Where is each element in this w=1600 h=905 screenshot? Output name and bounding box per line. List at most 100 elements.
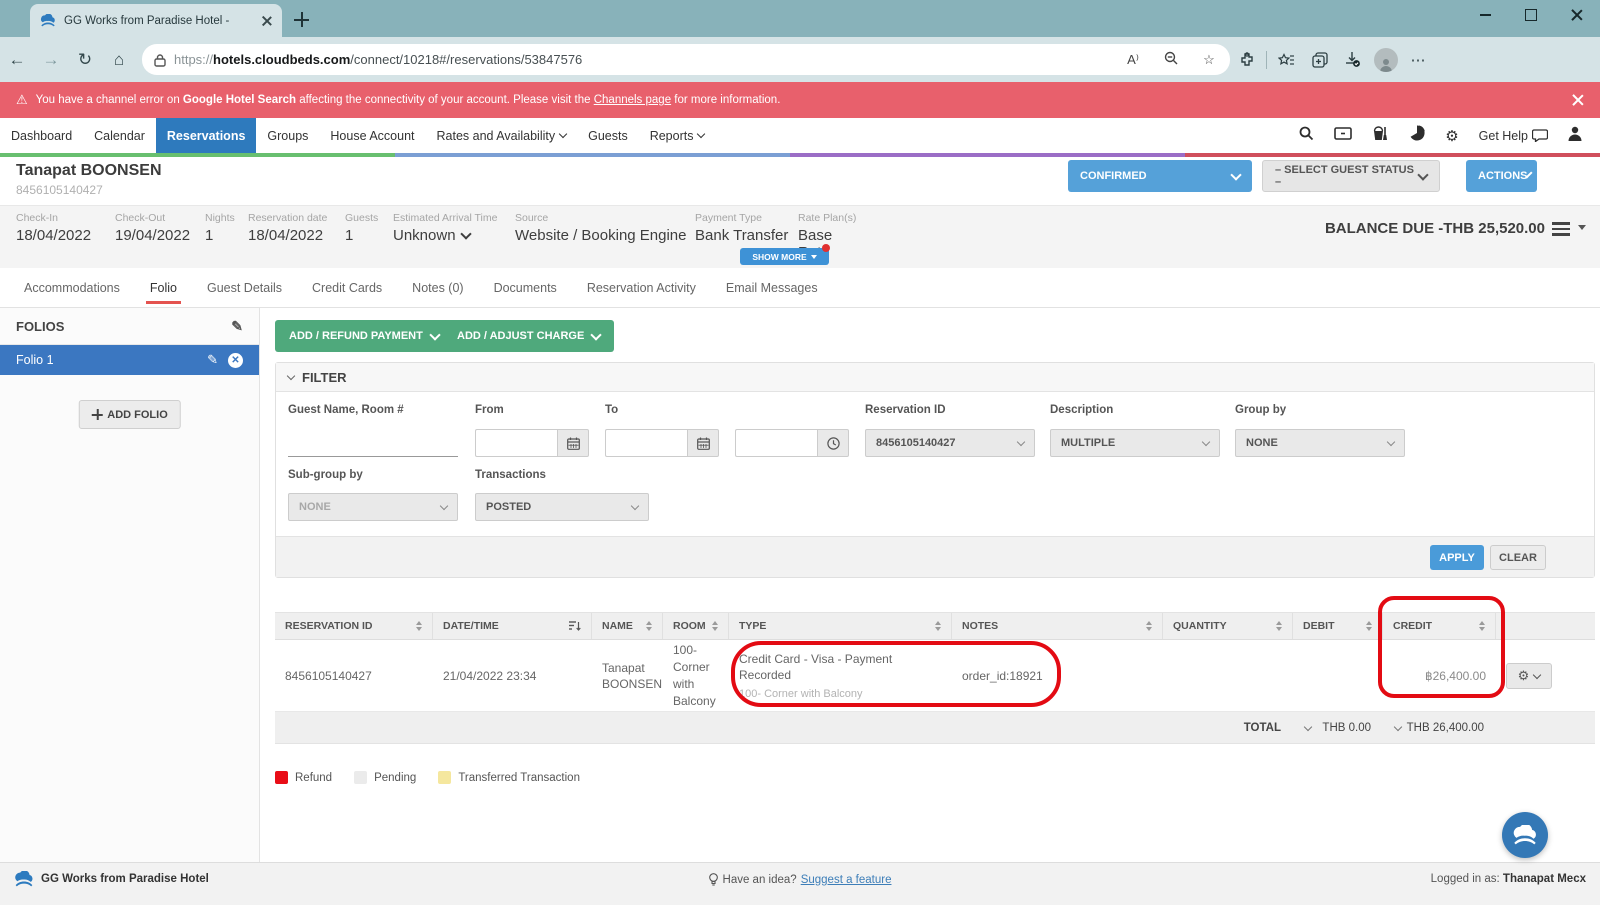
- search-icon[interactable]: [1299, 126, 1314, 146]
- tab-notes[interactable]: Notes (0): [412, 268, 463, 307]
- col-reservation-id[interactable]: RESERVATION ID: [275, 613, 433, 639]
- nav-dashboard[interactable]: Dashboard: [0, 118, 83, 153]
- to-date-input[interactable]: [605, 429, 687, 457]
- calendar-icon[interactable]: [687, 429, 719, 457]
- tab-documents[interactable]: Documents: [494, 268, 557, 307]
- zoom-out-icon[interactable]: [1156, 51, 1186, 69]
- guest-name: Tanapat BOONSEN: [16, 162, 162, 180]
- window-controls: [1462, 0, 1600, 30]
- tab-groups-icon[interactable]: [1303, 52, 1336, 68]
- actions-dropdown[interactable]: ACTIONS: [1466, 160, 1537, 192]
- reload-icon[interactable]: ↻: [68, 50, 102, 70]
- col-name[interactable]: NAME: [592, 613, 663, 639]
- tab-close-icon[interactable]: [262, 16, 272, 26]
- housekeeping-icon[interactable]: [1372, 126, 1389, 146]
- tab-reservation-activity[interactable]: Reservation Activity: [587, 268, 696, 307]
- footer-brand: GG Works from Paradise Hotel: [14, 871, 209, 887]
- home-icon[interactable]: ⌂: [102, 50, 136, 70]
- apply-button[interactable]: APPLY: [1430, 545, 1484, 570]
- back-icon[interactable]: ←: [0, 50, 34, 70]
- from-date-field[interactable]: [475, 429, 589, 457]
- add-refund-payment-button[interactable]: ADD / REFUND PAYMENT: [275, 320, 453, 352]
- description-select[interactable]: MULTIPLE: [1050, 429, 1220, 457]
- tab-accommodations[interactable]: Accommodations: [24, 268, 120, 307]
- add-adjust-charge-button[interactable]: ADD / ADJUST CHARGE: [443, 320, 614, 352]
- url-path: /connect/10218#/reservations/53847576: [350, 52, 582, 67]
- col-debit[interactable]: DEBIT: [1293, 613, 1383, 639]
- reservation-id-select[interactable]: 8456105140427: [865, 429, 1035, 457]
- nav-groups[interactable]: Groups: [256, 118, 319, 153]
- time-field[interactable]: [735, 429, 849, 457]
- folio-item-selected[interactable]: Folio 1 ✎ ✕: [0, 345, 259, 375]
- col-credit[interactable]: CREDIT: [1383, 613, 1496, 639]
- browser-menu-icon[interactable]: ⋯: [1402, 51, 1435, 69]
- row-actions-gear-button[interactable]: ⚙: [1506, 663, 1552, 689]
- browser-tab[interactable]: GG Works from Paradise Hotel -: [30, 4, 282, 37]
- new-tab-button[interactable]: [290, 8, 314, 32]
- show-more-button[interactable]: SHOW MORE: [740, 248, 829, 265]
- balance-menu-icon[interactable]: [1552, 222, 1570, 236]
- url-text[interactable]: https://hotels.cloudbeds.com/connect/102…: [174, 52, 1110, 67]
- chevron-down-icon[interactable]: [1394, 722, 1402, 730]
- col-notes[interactable]: NOTES: [952, 613, 1163, 639]
- sub-group-select[interactable]: NONE: [288, 493, 458, 521]
- col-datetime[interactable]: DATE/TIME: [433, 613, 592, 639]
- nav-guests[interactable]: Guests: [577, 118, 639, 153]
- guest-name-input[interactable]: [288, 429, 458, 457]
- calendar-icon[interactable]: [557, 429, 589, 457]
- filter-collapse-toggle[interactable]: FILTER: [276, 363, 1594, 392]
- window-minimize-button[interactable]: [1462, 0, 1508, 30]
- favorite-star-icon[interactable]: ☆: [1194, 52, 1224, 68]
- banner-close-icon[interactable]: [1572, 94, 1584, 106]
- col-quantity[interactable]: QUANTITY: [1163, 613, 1293, 639]
- time-input[interactable]: [735, 429, 817, 457]
- support-chat-button[interactable]: [1502, 812, 1548, 858]
- to-date-field[interactable]: [605, 429, 719, 457]
- reservation-status-dropdown[interactable]: CONFIRMED: [1068, 160, 1252, 192]
- browser-profile-avatar[interactable]: [1369, 48, 1402, 72]
- suggest-feature-link[interactable]: Suggest a feature: [801, 874, 892, 886]
- clear-button[interactable]: CLEAR: [1490, 545, 1546, 570]
- nav-reports[interactable]: Reports: [639, 118, 716, 153]
- get-help-button[interactable]: Get Help: [1479, 129, 1548, 143]
- tab-credit-cards[interactable]: Credit Cards: [312, 268, 382, 307]
- guest-status-dropdown[interactable]: – SELECT GUEST STATUS –: [1262, 160, 1440, 192]
- pie-chart-icon[interactable]: [1409, 125, 1425, 146]
- detail-arrival-time[interactable]: Estimated Arrival TimeUnknown: [393, 212, 515, 261]
- nav-calendar[interactable]: Calendar: [83, 118, 156, 153]
- transactions-select[interactable]: POSTED: [475, 493, 649, 521]
- nav-house-account[interactable]: House Account: [319, 118, 425, 153]
- window-maximize-button[interactable]: [1508, 0, 1554, 30]
- transaction-row[interactable]: 8456105140427 21/04/2022 23:34 Tanapat B…: [275, 640, 1595, 712]
- nav-utility-icons: ⚙ Get Help: [1299, 118, 1600, 153]
- tab-email-messages[interactable]: Email Messages: [726, 268, 818, 307]
- cell-type: Credit Card - Visa - Payment Recorded100…: [729, 640, 952, 712]
- forward-icon[interactable]: →: [34, 50, 68, 70]
- edit-pencil-icon[interactable]: ✎: [207, 352, 218, 368]
- extensions-puzzle-icon[interactable]: [1230, 52, 1263, 68]
- collections-star-icon[interactable]: [1270, 52, 1303, 68]
- downloads-icon[interactable]: [1336, 51, 1369, 68]
- col-type[interactable]: TYPE: [729, 613, 952, 639]
- group-by-select[interactable]: NONE: [1235, 429, 1405, 457]
- nav-rates-availability[interactable]: Rates and Availability: [426, 118, 578, 153]
- cash-drawer-icon[interactable]: [1334, 127, 1352, 145]
- edit-pencil-icon[interactable]: ✎: [231, 318, 243, 335]
- remove-folio-icon[interactable]: ✕: [228, 353, 243, 368]
- address-bar[interactable]: https://hotels.cloudbeds.com/connect/102…: [142, 44, 1230, 75]
- window-close-button[interactable]: [1554, 0, 1600, 30]
- tab-guest-details[interactable]: Guest Details: [207, 268, 282, 307]
- user-icon[interactable]: [1568, 126, 1582, 146]
- col-room[interactable]: ROOM: [663, 613, 729, 639]
- tab-folio[interactable]: Folio: [150, 268, 177, 307]
- balance-caret-icon[interactable]: [1578, 230, 1586, 248]
- from-date-input[interactable]: [475, 429, 557, 457]
- chevron-down-icon[interactable]: [1304, 722, 1312, 730]
- nav-reservations[interactable]: Reservations: [156, 118, 257, 153]
- pending-swatch: [354, 771, 367, 784]
- clock-icon[interactable]: [817, 429, 849, 457]
- add-folio-button[interactable]: ADD FOLIO: [78, 400, 181, 429]
- channels-page-link[interactable]: Channels page: [594, 94, 671, 106]
- settings-gear-icon[interactable]: ⚙: [1445, 127, 1458, 145]
- read-aloud-icon[interactable]: A⁾: [1118, 52, 1148, 68]
